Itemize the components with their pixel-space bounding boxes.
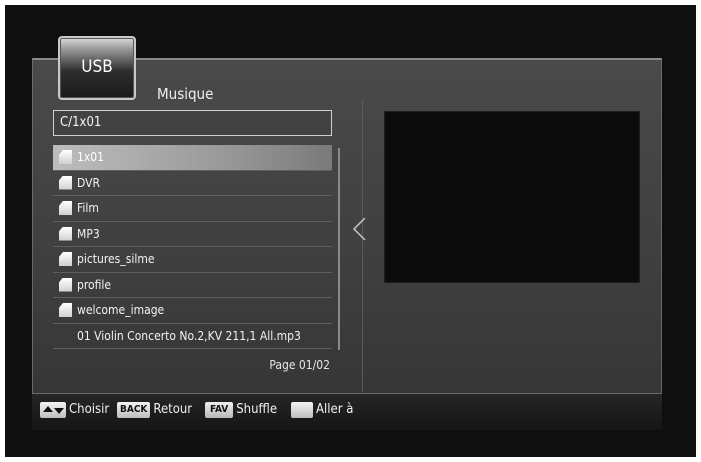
legend-fav: FAV Shuffle: [205, 401, 277, 419]
updown-label: Choisir: [69, 402, 110, 417]
folder-icon: [59, 175, 72, 190]
legend-back: BACK Retour: [117, 401, 192, 419]
list-item-label: profile: [77, 277, 112, 292]
list-item[interactable]: welcome_image: [53, 298, 332, 324]
preview-window: [384, 111, 640, 283]
file-list: 1x01 DVR Film MP3 pictures_silme profile…: [53, 145, 332, 349]
usb-source-tab[interactable]: USB: [58, 36, 136, 100]
folder-icon: [59, 277, 72, 292]
list-item[interactable]: DVR: [53, 171, 332, 196]
back-label: Retour: [153, 402, 193, 417]
list-item-label: DVR: [77, 175, 100, 190]
folder-icon: [59, 150, 72, 164]
list-item[interactable]: profile: [53, 273, 332, 298]
list-item-label: pictures_silme: [77, 252, 155, 266]
list-item[interactable]: 1x01: [53, 145, 332, 171]
folder-icon: [59, 226, 72, 241]
list-item-label: welcome_image: [77, 303, 165, 317]
blank-key-icon: [291, 402, 313, 418]
left-pointer-icon: [352, 218, 366, 240]
list-item-label: 01 Violin Concerto No.2,KV 211,1 All.mp3: [77, 328, 301, 343]
folder-title: Musique: [157, 85, 214, 103]
list-item-label: MP3: [77, 226, 100, 241]
page-indicator: Page 01/02: [269, 358, 330, 372]
list-scrollbar[interactable]: [338, 148, 340, 350]
folder-icon: [59, 252, 72, 266]
list-item-label: Film: [77, 201, 99, 215]
folder-icon: [59, 201, 72, 215]
panel-divider: [362, 100, 363, 392]
current-path: C/1x01: [53, 110, 332, 136]
list-item-file[interactable]: 01 Violin Concerto No.2,KV 211,1 All.mp3: [53, 324, 332, 349]
goto-label: Aller à: [316, 402, 354, 417]
legend-goto: Aller à: [291, 401, 353, 419]
list-item[interactable]: pictures_silme: [53, 247, 332, 273]
list-item[interactable]: Film: [53, 196, 332, 222]
up-down-arrows-icon: [40, 402, 66, 418]
fav-label: Shuffle: [236, 402, 278, 417]
back-key: BACK: [117, 402, 151, 418]
list-item[interactable]: MP3: [53, 222, 332, 247]
fav-key: FAV: [205, 402, 234, 418]
folder-icon: [59, 303, 72, 317]
list-item-label: 1x01: [77, 150, 104, 164]
legend-updown: Choisir: [40, 401, 109, 419]
